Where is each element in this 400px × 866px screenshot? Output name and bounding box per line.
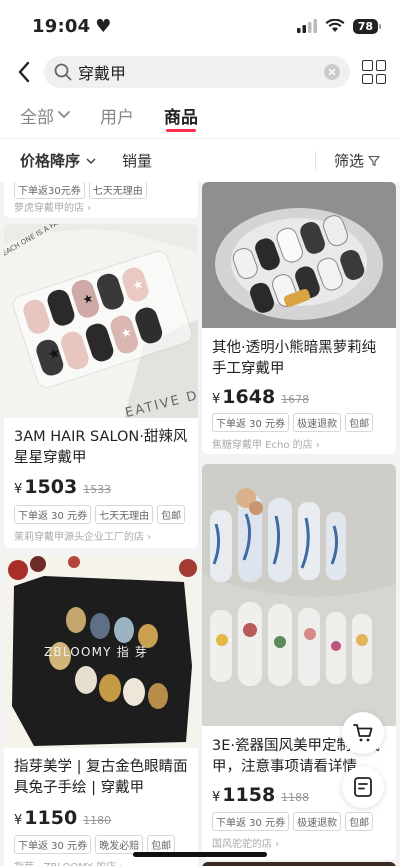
grid-cell (375, 73, 386, 84)
product-card[interactable]: ZBLOOMY 指 芽 指芽美学 | 复古金色眼睛面具兔子手绘 | 穿戴甲 ¥ … (4, 556, 198, 866)
shop-link[interactable]: 指芽 · ZBLOOMY 的店 › (14, 858, 123, 866)
chevron-down-icon (86, 157, 96, 164)
original-price: 1533 (83, 483, 112, 496)
search-tabs: 全部 用户 商品 (0, 92, 400, 138)
tag: 包邮 (345, 812, 374, 831)
grid-cell (362, 60, 373, 71)
product-feed: 下单返30元券 七天无理由 萝虎穿戴甲的店 › ★ ★ ★ ★ EATIVE D… (0, 182, 400, 866)
tab-all[interactable]: 全部 (20, 92, 70, 138)
product-title: 3AM HAIR SALON·甜辣风星星穿戴甲 (14, 429, 188, 466)
search-query: 穿戴甲 (78, 64, 127, 83)
product-image (202, 464, 396, 726)
original-price: 1180 (83, 814, 112, 827)
currency-symbol: ¥ (14, 813, 23, 828)
close-icon (328, 68, 336, 76)
status-indicators: 78 (296, 18, 382, 34)
product-tags: 下单返30元券 七天无理由 (14, 182, 147, 199)
filter-label: 筛选 (333, 152, 364, 170)
home-indicator (133, 852, 267, 857)
notes-button[interactable] (342, 766, 384, 808)
tag: 下单返30元券 (14, 182, 85, 199)
price: 1503 (24, 476, 78, 498)
document-icon (354, 777, 372, 797)
product-tags: 下单返 30 元券 极速退款 包邮 (212, 413, 374, 432)
back-button[interactable] (12, 57, 36, 87)
currency-symbol: ¥ (212, 790, 221, 805)
sales-label: 销量 (122, 152, 153, 170)
divider (314, 150, 316, 171)
tag: 下单返 30 元券 (212, 413, 290, 432)
tag: 七天无理由 (95, 505, 154, 524)
product-image: ★ ★ ★ ★ EACH ONE IS A FASHION M EATIVE D (4, 224, 198, 418)
grid-cell (375, 60, 386, 71)
tag: 七天无理由 (88, 182, 147, 199)
price: 1648 (222, 386, 276, 408)
wifi-icon (325, 19, 345, 32)
chevron-left-icon (18, 61, 30, 83)
shop-link[interactable]: 萝虎穿戴甲的店 › (14, 199, 91, 214)
product-image: ZBLOOMY 指 芽 (4, 556, 198, 748)
product-tags: 下单返 30 元券 七天无理由 包邮 (14, 505, 186, 524)
product-card[interactable]: 其他·透明小熊暗黑萝莉纯手工穿戴甲 ¥ 1648 1678 下单返 30 元券 … (202, 182, 396, 454)
shop-link[interactable]: 国风驼驼的店 › (212, 835, 279, 850)
filter-bar: 价格降序 销量 筛选 (0, 138, 400, 182)
price-row: ¥ 1150 1180 (14, 807, 111, 829)
price: 1150 (24, 807, 78, 829)
signal-icon (296, 19, 317, 33)
clear-search-button[interactable] (324, 64, 340, 80)
filter-button[interactable]: 筛选 (334, 150, 380, 171)
tab-users-label: 用户 (100, 107, 134, 128)
sort-label: 价格降序 (20, 152, 81, 170)
tag: 极速退款 (293, 413, 342, 432)
battery-indicator: 78 (352, 18, 382, 34)
product-title: 指芽美学 | 复古金色眼睛面具兔子手绘 | 穿戴甲 (14, 759, 188, 796)
currency-symbol: ¥ (14, 482, 23, 497)
cart-icon (353, 724, 373, 742)
price-row: ¥ 1158 1188 (212, 784, 309, 806)
product-title: 其他·透明小熊暗黑萝莉纯手工穿戴甲 (212, 340, 377, 377)
tag: 包邮 (345, 413, 374, 432)
price-row: ¥ 1503 1533 (14, 476, 111, 498)
tag: 包邮 (157, 505, 186, 524)
sort-price-desc[interactable]: 价格降序 (20, 150, 96, 171)
search-icon (54, 63, 72, 81)
price: 1158 (222, 784, 276, 806)
status-bar: 19:04 ♥ 78 (0, 0, 400, 52)
currency-symbol: ¥ (212, 392, 221, 407)
original-price: 1678 (281, 393, 310, 406)
tab-products-label: 商品 (164, 107, 198, 128)
status-time: 19:04 ♥ (32, 16, 112, 37)
heart-icon: ♥ (95, 15, 112, 37)
tab-users[interactable]: 用户 (100, 92, 134, 138)
cart-button[interactable] (342, 712, 384, 754)
funnel-icon (368, 155, 380, 166)
clock-text: 19:04 (32, 15, 91, 37)
product-card[interactable]: ★ ★ ★ ★ EACH ONE IS A FASHION M EATIVE D… (4, 224, 198, 548)
shop-link[interactable]: 茉莉穿戴甲源头企业工厂的店 › (14, 528, 151, 543)
product-image (202, 182, 396, 328)
layout-toggle-button[interactable] (362, 60, 386, 84)
search-header: 穿戴甲 (0, 52, 400, 92)
product-image (202, 862, 396, 866)
tag: 下单返 30 元券 (14, 505, 92, 524)
product-card[interactable]: 下单返30元券 七天无理由 萝虎穿戴甲的店 › (4, 182, 198, 218)
chevron-down-icon (58, 111, 70, 119)
price-row: ¥ 1648 1678 (212, 386, 309, 408)
tag: 极速退款 (293, 812, 342, 831)
product-tags: 下单返 30 元券 极速退款 包邮 (212, 812, 374, 831)
tag: 下单返 30 元券 (14, 835, 92, 854)
tag: 下单返 30 元券 (212, 812, 290, 831)
product-card[interactable] (202, 862, 396, 866)
sort-sales[interactable]: 销量 (122, 150, 152, 171)
search-input[interactable]: 穿戴甲 (44, 56, 350, 88)
grid-cell (362, 73, 373, 84)
brand-text: ZBLOOMY 指 芽 (44, 644, 148, 659)
shop-link[interactable]: 焦糖穿戴甲 Echo 的店 › (212, 436, 320, 451)
original-price: 1188 (281, 791, 310, 804)
tab-products[interactable]: 商品 (164, 92, 198, 138)
tab-all-label: 全部 (20, 107, 54, 128)
